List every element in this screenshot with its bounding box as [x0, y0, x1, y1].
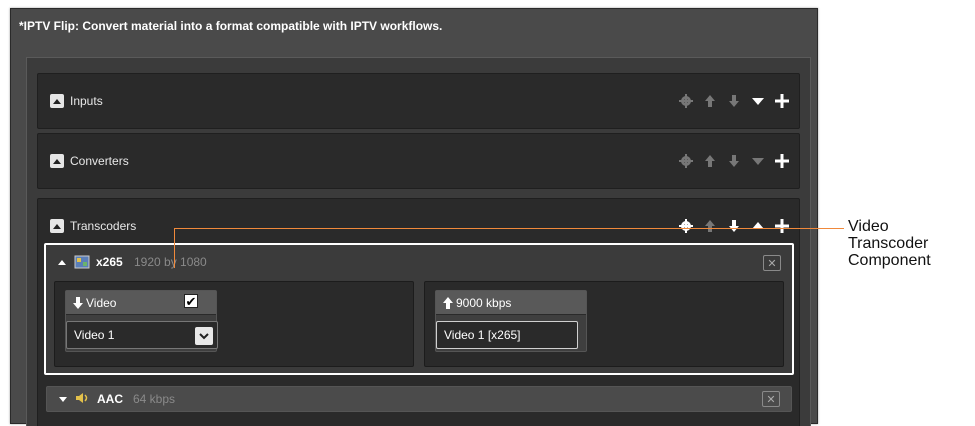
inputs-toolbar [677, 90, 791, 112]
speaker-icon [75, 391, 89, 405]
arrow-up-icon[interactable] [701, 150, 719, 172]
section-inputs: Inputs [37, 73, 800, 129]
video-source-select[interactable]: Video 1 [66, 321, 218, 349]
callout-leader-line [174, 228, 844, 229]
video-enabled-checkbox[interactable]: ✔ [184, 294, 198, 308]
window-title: *IPTV Flip: Convert material into a form… [19, 19, 443, 33]
arrow-down-icon[interactable] [725, 215, 743, 237]
aac-name: AAC [97, 392, 123, 406]
input-panel: Video ✔ Video 1 [54, 281, 414, 367]
aac-detail: 64 kbps [133, 392, 176, 406]
collapse-converters-button[interactable] [50, 154, 64, 168]
arrow-up-icon[interactable] [701, 90, 719, 112]
plus-icon[interactable] [773, 150, 791, 172]
triangle-down-icon[interactable] [749, 90, 767, 112]
close-aac-button[interactable]: ✕ [762, 391, 780, 407]
transcoders-toolbar [677, 215, 791, 237]
converters-toolbar [677, 150, 791, 172]
arrow-down-icon [72, 296, 84, 310]
gear-icon[interactable] [677, 215, 695, 237]
x265-transcoder-component: x265 1920 by 1080 ✕ Video ✔ Video 1 9000… [44, 243, 794, 375]
component-name: x265 [96, 255, 123, 269]
output-panel: 9000 kbps Video 1 [x265] [424, 281, 784, 367]
expand-component-icon[interactable] [59, 397, 67, 402]
video-source-value: Video 1 [74, 328, 115, 342]
chevron-down-icon[interactable] [195, 327, 213, 345]
callout-label: Video Transcoder Component [848, 218, 931, 269]
video-output-bitrate: 9000 kbps [456, 295, 512, 310]
plus-icon[interactable] [773, 90, 791, 112]
video-input-header: Video ✔ [66, 291, 216, 315]
close-component-button[interactable]: ✕ [763, 255, 781, 271]
section-transcoders-label: Transcoders [70, 219, 137, 233]
section-converters-label: Converters [70, 154, 129, 168]
callout-leader-drop [174, 228, 175, 268]
callout-line3: Component [848, 252, 931, 269]
gear-icon[interactable] [677, 150, 695, 172]
video-input-label: Video [86, 295, 117, 310]
collapse-inputs-button[interactable] [50, 94, 64, 108]
callout-line2: Transcoder [848, 235, 929, 252]
video-output-card: 9000 kbps Video 1 [x265] [435, 290, 587, 352]
component-detail: 1920 by 1080 [134, 255, 207, 269]
collapse-transcoders-button[interactable] [50, 219, 64, 233]
arrow-down-icon[interactable] [725, 90, 743, 112]
arrow-up-icon [442, 296, 454, 310]
video-input-card: Video ✔ Video 1 [65, 290, 218, 352]
plus-icon[interactable] [773, 215, 791, 237]
arrow-up-icon[interactable] [701, 215, 719, 237]
arrow-down-icon[interactable] [725, 150, 743, 172]
video-output-header: 9000 kbps [436, 291, 586, 315]
video-output-name-field[interactable]: Video 1 [x265] [436, 321, 578, 349]
aac-audio-component: AAC 64 kbps ✕ [46, 386, 792, 412]
component-header: x265 1920 by 1080 ✕ [46, 245, 792, 281]
triangle-up-icon[interactable] [749, 215, 767, 237]
gear-icon[interactable] [677, 90, 695, 112]
film-icon [74, 254, 90, 270]
section-inputs-label: Inputs [70, 94, 103, 108]
collapse-component-icon[interactable] [58, 260, 66, 265]
callout-line1: Video [848, 218, 889, 235]
triangle-down-icon[interactable] [749, 150, 767, 172]
section-converters: Converters [37, 133, 800, 189]
